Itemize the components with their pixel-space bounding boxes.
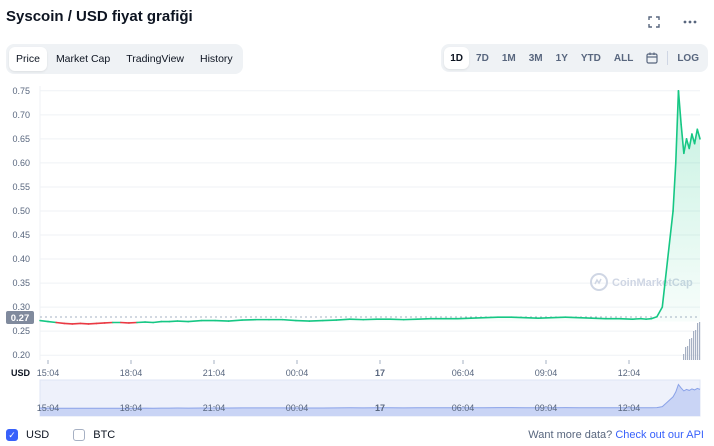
api-promo-text: Want more data? [528,429,613,441]
x-tick-label: 18:04 [120,368,143,378]
footer: ✓ USD BTC Want more data? Check out our … [6,427,704,443]
x-tick-label: 12:04 [618,368,641,378]
range-3m[interactable]: 3M [523,47,549,69]
navigator-tick-label: 09:04 [535,403,558,413]
volume-bar [687,346,689,360]
series-segment [39,319,49,323]
volume-bar [699,322,701,360]
top-actions [644,12,700,32]
price-chart[interactable]: 0.75 0.70 0.65 0.60 0.55 0.50 0.45 0.40 0.35 0.30… [0,80,714,420]
series-segment [335,318,351,321]
x-tick-label: 00:04 [286,368,309,378]
navigator-tick-label: 00:04 [286,403,309,413]
btc-checkbox-label: BTC [93,429,116,441]
y-tick-label: 0.60 [12,158,30,168]
y-tick-label: 0.30 [12,302,30,312]
time-range-selector: 1D 7D 1M 3M 1Y YTD ALL LOG [441,44,708,72]
range-1d[interactable]: 1D [444,47,470,69]
range-1y[interactable]: 1Y [550,47,574,69]
volume-bars [683,322,701,360]
tab-history[interactable]: History [193,47,240,71]
fullscreen-icon-svg [648,16,660,28]
series-segment [152,320,163,324]
calendar-icon[interactable] [640,47,664,69]
api-link[interactable]: Check out our API [615,429,704,441]
range-all[interactable]: ALL [608,47,639,69]
x-axis: 15:04 18:04 21:04 00:04 17 06:04 09:04 12:04 [37,360,641,378]
y-tick-label: 0.40 [12,254,30,264]
x-tick-label: 06:04 [452,368,475,378]
series-segment [281,318,297,322]
range-7d[interactable]: 7D [470,47,495,69]
y-tick-label: 0.25 [12,326,30,336]
navigator-tick-label: 15:04 [37,403,60,413]
volume-bar [685,347,687,360]
more-options-icon-svg [683,20,697,24]
chart-type-tabs: Price Market Cap TradingView History [6,44,243,74]
api-promo: Want more data? Check out our API [528,429,704,441]
series-segment [187,319,203,323]
calendar-icon-svg [646,52,658,64]
navigator-tick-label: 18:04 [120,403,143,413]
y-tick-label: 0.70 [12,110,30,120]
fullscreen-icon[interactable] [644,12,664,32]
volume-bar [691,338,693,360]
series-segment [227,319,243,322]
navigator-tick-label: 12:04 [618,403,641,413]
more-options-icon[interactable] [680,12,700,32]
btc-checkbox[interactable]: BTC [73,429,115,441]
log-scale-toggle[interactable]: LOG [671,47,705,69]
page-title: Syscoin / USD fiyat grafiği [6,8,193,25]
volume-bar [683,354,685,360]
baseline-label: 0.27 [11,313,30,324]
navigator-tick-label: 06:04 [452,403,475,413]
volume-bar [693,331,695,360]
navigator[interactable]: 15:04 18:04 21:04 00:04 17 06:04 09:04 12:04 [37,379,701,417]
x-tick-label: 21:04 [203,368,226,378]
currency-label: USD [11,368,31,378]
y-tick-label: 0.35 [12,278,30,288]
volume-bar [695,330,697,360]
y-tick-label: 0.45 [12,230,30,240]
coinmarketcap-logo-icon [590,273,608,291]
range-ytd[interactable]: YTD [575,47,607,69]
y-tick-label: 0.20 [12,350,30,360]
x-tick-label: 09:04 [535,368,558,378]
tab-price[interactable]: Price [9,47,47,71]
check-icon: ✓ [6,429,18,441]
navigator-tick-label: 17 [375,403,385,413]
range-1m[interactable]: 1M [496,47,522,69]
tab-tradingview[interactable]: TradingView [119,47,191,71]
navigator-tick-label: 21:04 [203,403,226,413]
series-segment [47,320,57,324]
tab-market-cap[interactable]: Market Cap [49,47,117,71]
volume-bar [697,323,699,360]
y-tick-label: 0.55 [12,182,30,192]
x-tick-label: 17 [375,368,385,378]
range-separator [667,51,669,65]
series-segment [55,321,66,325]
baseline-badge: 0.27 [6,311,34,324]
usd-checkbox-label: USD [26,429,50,441]
usd-checkbox[interactable]: ✓ USD [6,429,49,441]
y-tick-label: 0.50 [12,206,30,216]
x-tick-label: 15:04 [37,368,60,378]
volume-bar [689,339,691,360]
checkbox-empty-icon [73,429,86,441]
y-tick-label: 0.75 [12,86,30,96]
y-tick-label: 0.65 [12,134,30,144]
